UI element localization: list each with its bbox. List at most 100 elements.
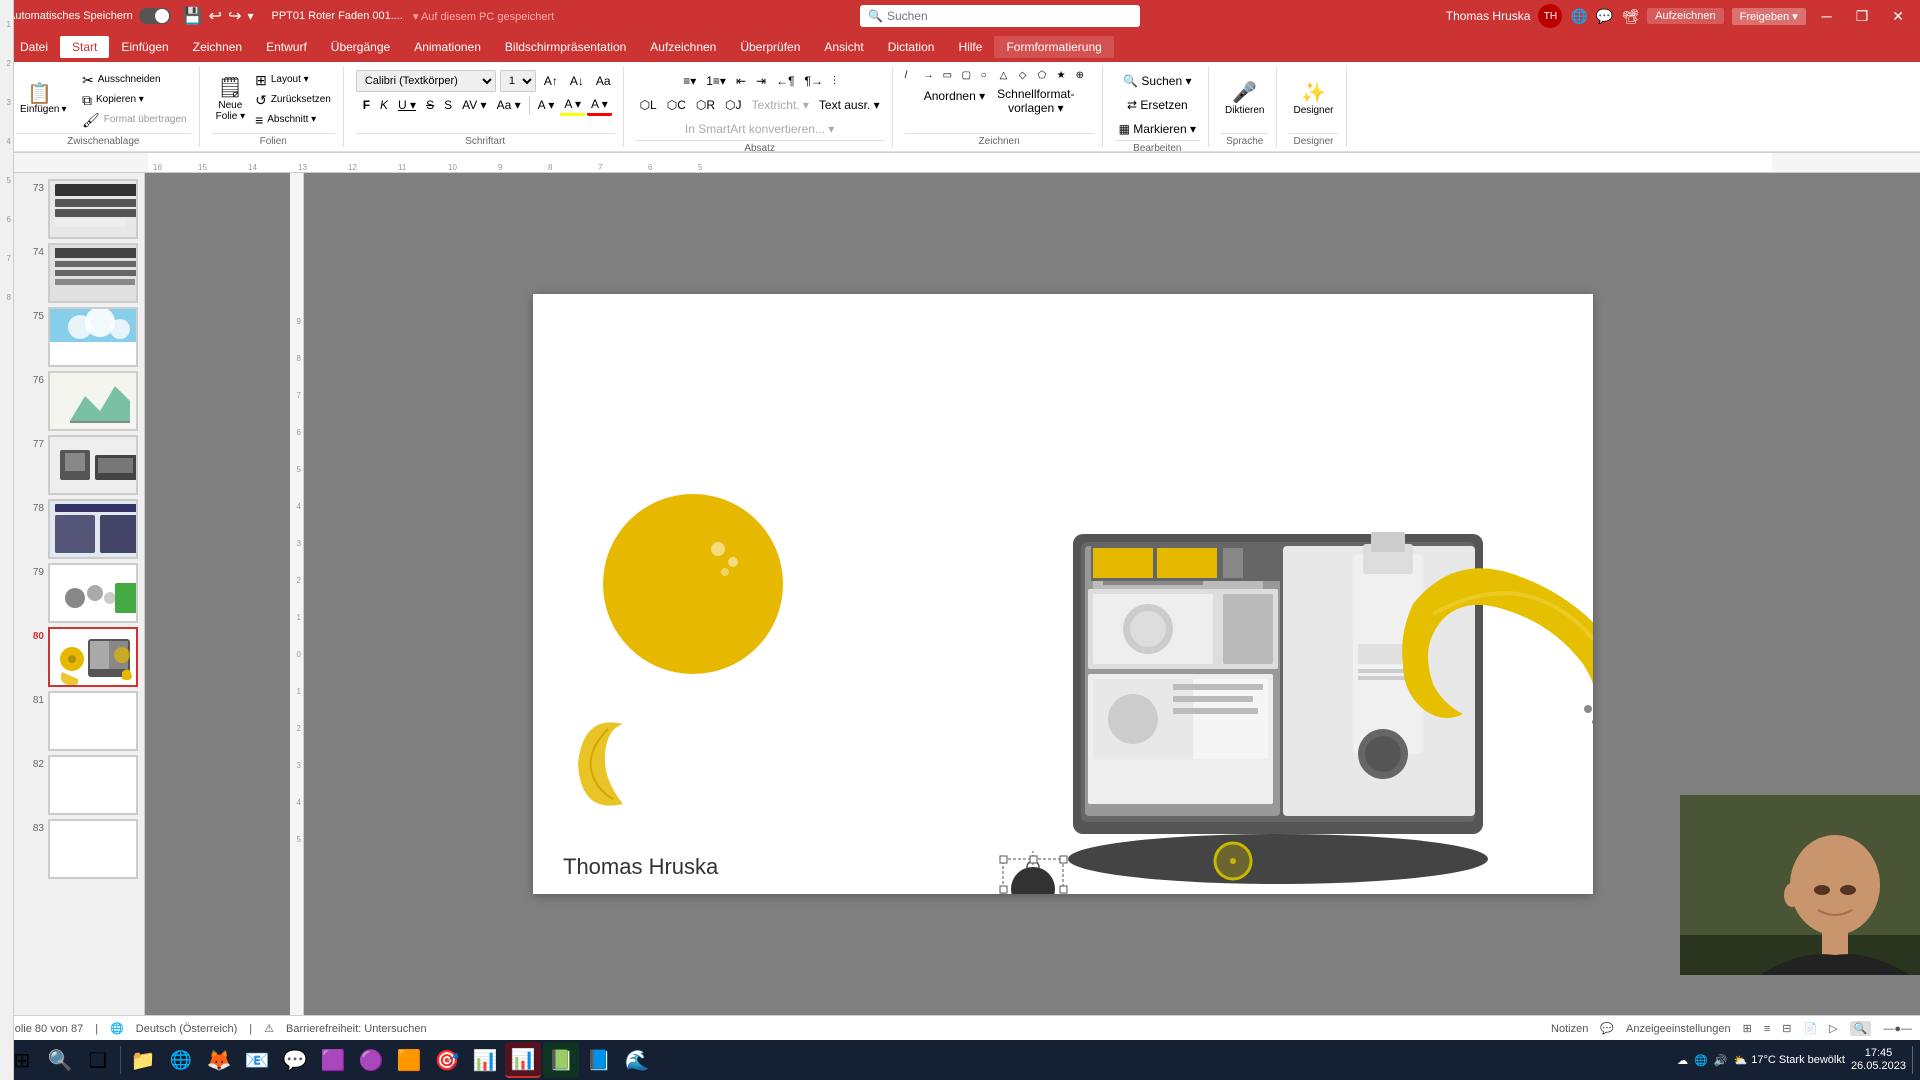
close-button[interactable]: ✕ xyxy=(1884,4,1912,29)
shape-arrow[interactable]: → xyxy=(924,70,942,81)
taskbar-time[interactable]: 17:45 26.05.2023 xyxy=(1851,1047,1906,1073)
language-label[interactable]: Deutsch (Österreich) xyxy=(136,1023,237,1035)
bold-btn[interactable]: F xyxy=(359,94,374,116)
anordnen-btn[interactable]: Anordnen ▾ xyxy=(920,85,989,107)
taskbar-explorer[interactable]: 📁 xyxy=(125,1042,161,1078)
taskbar-excel[interactable]: 📗 xyxy=(543,1042,579,1078)
tab-dictation[interactable]: Dictation xyxy=(876,36,947,58)
search-box[interactable]: 🔍 xyxy=(860,5,1140,27)
view-normal-btn[interactable]: ⊞ xyxy=(1743,1022,1752,1035)
tab-einfuegen[interactable]: Einfügen xyxy=(109,36,180,58)
slide-thumb-76[interactable]: 76 xyxy=(22,369,140,433)
taskbar-cloud[interactable]: ☁ xyxy=(1677,1054,1688,1067)
align-left-btn[interactable]: ⬡L xyxy=(636,94,661,116)
diktieren-button[interactable]: 🎤 Diktieren xyxy=(1221,81,1268,118)
textalign-btn[interactable]: Text ausr. ▾ xyxy=(815,94,884,116)
notes-btn[interactable]: Notizen xyxy=(1551,1023,1588,1035)
einfuegen-button[interactable]: 📋 Einfügen ▾ xyxy=(16,82,76,117)
share-btn[interactable]: 🌐 xyxy=(1570,8,1587,25)
taskbar-firefox[interactable]: 🦊 xyxy=(201,1042,237,1078)
ersetzen-btn[interactable]: ⇄ Ersetzen xyxy=(1123,94,1192,116)
taskbar-onenote[interactable]: 🟣 xyxy=(353,1042,389,1078)
taskbar-network[interactable]: 🌐 xyxy=(1694,1054,1708,1067)
bullets-btn[interactable]: ≡▾ xyxy=(679,70,700,92)
shadow-btn[interactable]: S xyxy=(440,94,456,116)
tab-praesentation[interactable]: Bildschirmpräsentation xyxy=(493,36,638,58)
align-right-btn[interactable]: ⬡R xyxy=(692,94,719,116)
tab-aufzeichnen[interactable]: Aufzeichnen xyxy=(638,36,728,58)
slide-thumb-83[interactable]: 83 xyxy=(22,817,140,881)
selected-circle-obj[interactable]: ⊕ xyxy=(1000,849,1067,894)
slide-thumb-77[interactable]: 77 xyxy=(22,433,140,497)
canvas-area[interactable]: 9 8 7 6 5 4 3 2 1 0 1 2 3 4 5 xyxy=(145,173,1920,1015)
format-button[interactable]: 🖌 Format übertragen xyxy=(78,111,191,129)
tab-entwurf[interactable]: Entwurf xyxy=(254,36,319,58)
font-increase-btn[interactable]: A↑ xyxy=(540,70,562,92)
show-desktop-btn[interactable] xyxy=(1912,1046,1916,1074)
tab-zeichnen[interactable]: Zeichnen xyxy=(181,36,254,58)
crescent-obj[interactable] xyxy=(578,722,623,805)
shape-more[interactable]: ⊕ xyxy=(1076,70,1094,81)
slide-panel[interactable]: 1 2 3 4 5 6 7 8 73 74 xyxy=(0,173,145,1015)
slide-thumb-74[interactable]: 74 xyxy=(22,241,140,305)
taskbar-app1[interactable]: 🟧 xyxy=(391,1042,427,1078)
zoom-level[interactable]: —●— xyxy=(1883,1023,1912,1035)
view-slidesorter-btn[interactable]: ⊟ xyxy=(1782,1022,1791,1035)
tab-hilfe[interactable]: Hilfe xyxy=(946,36,994,58)
tab-ansicht[interactable]: Ansicht xyxy=(812,36,875,58)
font-highlight-btn[interactable]: A ▾ xyxy=(560,94,585,116)
textdir-btn[interactable]: Textricht. ▾ xyxy=(748,94,813,116)
autosave-toggle[interactable] xyxy=(139,8,171,24)
ltr-btn[interactable]: ¶→ xyxy=(801,70,827,92)
shape-pentagon[interactable]: ⬠ xyxy=(1038,70,1056,81)
shape-line[interactable]: / xyxy=(905,70,923,81)
slide-thumb-73[interactable]: 73 xyxy=(22,177,140,241)
font-decrease-btn[interactable]: A↓ xyxy=(566,70,588,92)
taskbar-word[interactable]: 📘 xyxy=(581,1042,617,1078)
clear-format-btn[interactable]: Aa xyxy=(592,70,615,92)
undo-icon[interactable]: ↩ xyxy=(209,6,222,26)
suchen-btn[interactable]: 🔍 Suchen ▾ xyxy=(1119,70,1195,92)
tab-start[interactable]: Start xyxy=(60,36,109,58)
shape-circle[interactable]: ○ xyxy=(981,70,999,81)
slide-thumb-80[interactable]: 80 xyxy=(22,625,140,689)
shape-rounded[interactable]: ▢ xyxy=(962,70,980,81)
taskbar-powerpoint[interactable]: 📊 xyxy=(505,1042,541,1078)
save-icon[interactable]: 💾 xyxy=(183,6,203,26)
font-color-btn[interactable]: A ▾ xyxy=(587,94,612,116)
font-size-select[interactable]: 18 xyxy=(500,70,536,92)
tab-ueberpruefen[interactable]: Überprüfen xyxy=(728,36,812,58)
taskbar-mail[interactable]: 📧 xyxy=(239,1042,275,1078)
justify-btn[interactable]: ⬡J xyxy=(721,94,745,116)
tab-formformatierung[interactable]: Formformatierung xyxy=(994,36,1113,58)
layout-button[interactable]: ⊞ Layout ▾ xyxy=(251,71,335,89)
accessibility-status[interactable]: Barrierefreiheit: Untersuchen xyxy=(286,1023,427,1035)
weather-widget[interactable]: ⛅ 17°C Stark bewölkt xyxy=(1734,1054,1845,1067)
slide-thumb-75[interactable]: 75 xyxy=(22,305,140,369)
slide-canvas[interactable]: ⊕ Thomas Hruska xyxy=(533,294,1593,894)
taskbar-chrome[interactable]: 🌐 xyxy=(163,1042,199,1078)
search-input[interactable] xyxy=(887,9,1087,23)
taskview-button[interactable]: ❑ xyxy=(80,1042,116,1078)
zuruecksetzen-button[interactable]: ↺ Zurücksetzen xyxy=(251,91,335,109)
freigeben-btn[interactable]: Freigeben ▾ xyxy=(1732,8,1806,25)
tab-datei[interactable]: Datei xyxy=(8,36,60,58)
tab-uebergaenge[interactable]: Übergänge xyxy=(319,36,402,58)
slide-thumb-81[interactable]: 81 xyxy=(22,689,140,753)
language-status[interactable]: 🌐 xyxy=(110,1022,124,1035)
taskbar-skype[interactable]: 💬 xyxy=(277,1042,313,1078)
restore-button[interactable]: ❐ xyxy=(1848,4,1877,29)
smartart-btn[interactable]: In SmartArt konvertieren... ▾ xyxy=(681,118,838,140)
font-name-select[interactable]: Calibri (Textkörper) xyxy=(356,70,496,92)
indent-more-btn[interactable]: ⇥ xyxy=(752,70,770,92)
ausschneiden-button[interactable]: ✂ Ausschneiden xyxy=(78,71,191,89)
columns-btn[interactable]: ⫶ xyxy=(829,70,840,92)
char-spacing-btn[interactable]: AV ▾ xyxy=(458,94,490,116)
view-settings-btn[interactable]: Anzeigeeinstellungen xyxy=(1626,1023,1731,1035)
shape-diamond[interactable]: ◇ xyxy=(1019,70,1037,81)
tab-animationen[interactable]: Animationen xyxy=(402,36,493,58)
minimize-button[interactable]: ─ xyxy=(1814,4,1840,28)
shape-rect[interactable]: ▭ xyxy=(943,70,961,81)
slide-thumb-82[interactable]: 82 xyxy=(22,753,140,817)
designer-button[interactable]: ✨ Designer xyxy=(1289,81,1337,118)
